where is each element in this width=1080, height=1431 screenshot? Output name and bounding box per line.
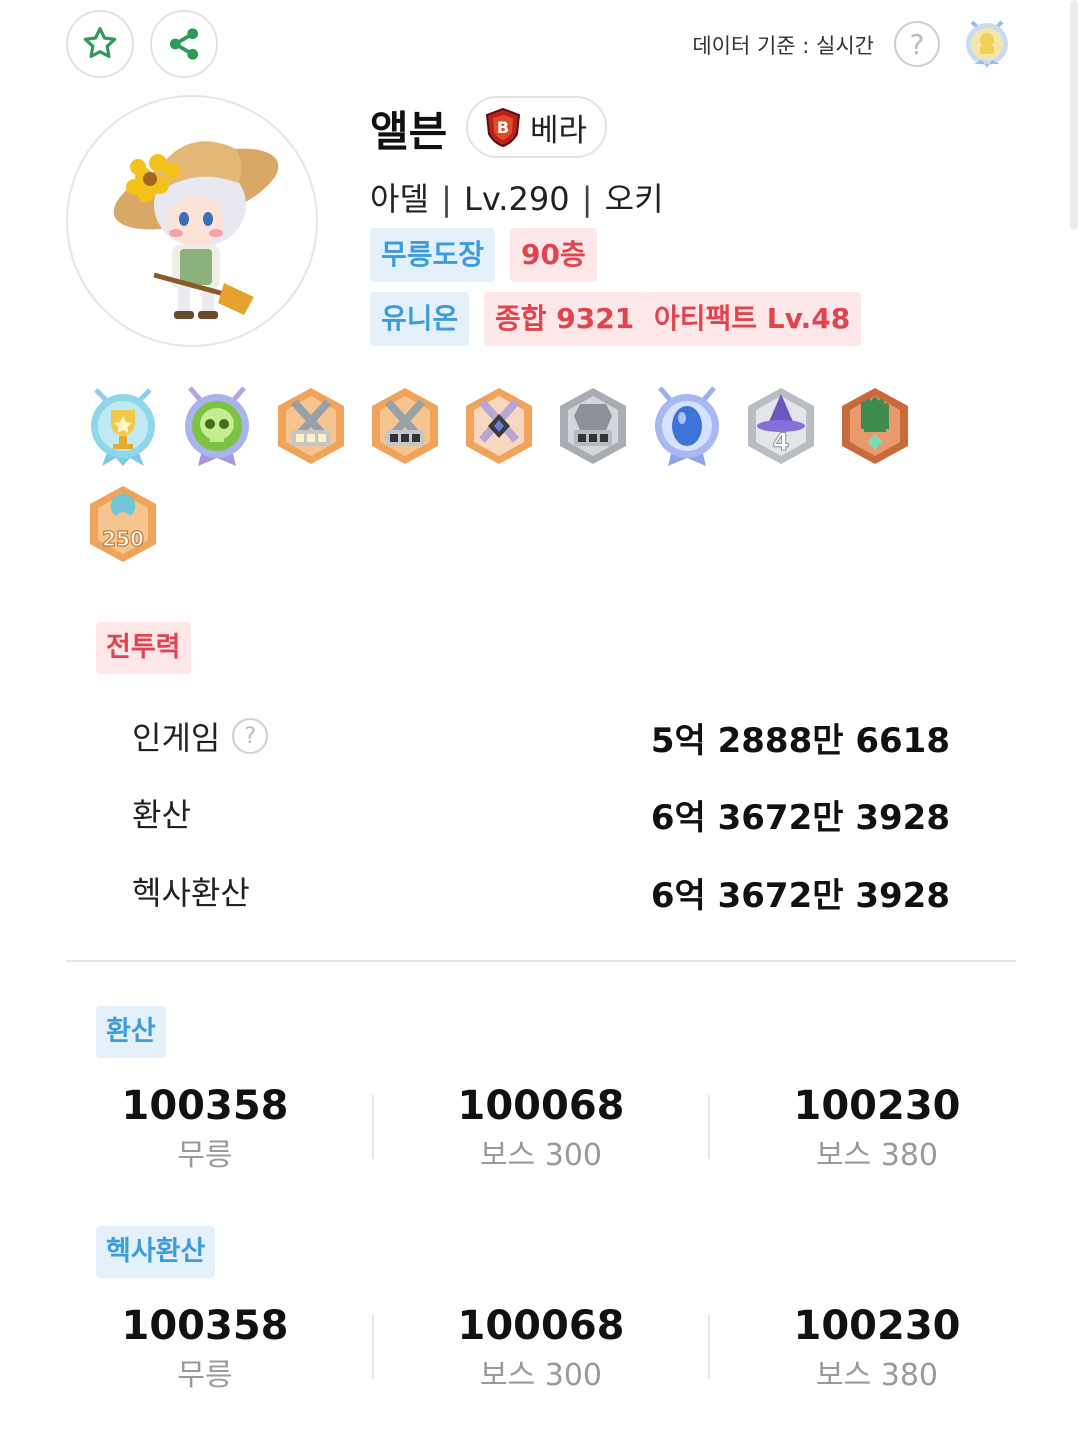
character-level: Lv.290 xyxy=(464,180,570,218)
armor-badge-icon[interactable] xyxy=(556,384,630,468)
help-button[interactable]: ? xyxy=(894,21,940,67)
power-row-value: 5억 2888만 6618 xyxy=(650,721,950,761)
stat-caption: 보스 300 xyxy=(480,1138,602,1173)
tag-union-total[interactable]: 종합 9321 xyxy=(484,292,646,346)
share-button[interactable] xyxy=(150,10,218,78)
trophy-badge-icon[interactable] xyxy=(86,384,160,468)
tag-mureung-floor[interactable]: 90층 xyxy=(510,228,597,282)
character-emblem-icon[interactable] xyxy=(962,18,1012,72)
tag-mureung[interactable]: 무릉도장 xyxy=(370,228,496,282)
stat-value: 100068 xyxy=(457,1083,625,1129)
tag-artifact-level[interactable]: 아티팩트 Lv.48 xyxy=(643,292,862,346)
power-row-label: 헥사환산 xyxy=(132,874,250,912)
tag-union[interactable]: 유니온 xyxy=(370,292,470,346)
stat-divider xyxy=(372,1095,374,1159)
combat-power-label: 전투력 xyxy=(96,622,191,674)
power-row-converted: 환산 6억 3672만 3928 xyxy=(132,790,950,838)
stat-value: 100230 xyxy=(793,1303,961,1349)
crossed-swords-badge-icon[interactable] xyxy=(274,384,348,468)
power-row-label: 환산 xyxy=(132,796,191,834)
crossed-swords-badge-icon[interactable] xyxy=(368,384,442,468)
converted-stat-boss380: 100230 보스 380 xyxy=(752,1082,1002,1176)
stat-caption: 보스 380 xyxy=(816,1138,938,1173)
power-row-value: 6억 3672만 3928 xyxy=(650,798,950,838)
converted-stat-boss300: 100068 보스 300 xyxy=(416,1082,666,1176)
level-badge-text: 250 xyxy=(102,527,144,551)
level-250-badge-icon[interactable]: 250 xyxy=(86,482,160,566)
skull-badge-icon[interactable] xyxy=(180,384,254,468)
world-name: 베라 xyxy=(530,112,588,149)
stat-caption: 무릉 xyxy=(177,1358,233,1393)
character-name: 앨븐 xyxy=(370,107,448,156)
power-row-value: 6억 3672만 3928 xyxy=(650,876,950,916)
stat-caption: 무릉 xyxy=(177,1138,233,1173)
stat-value: 100358 xyxy=(121,1083,289,1129)
scrollbar[interactable] xyxy=(1070,0,1078,230)
separator: | xyxy=(581,180,593,218)
hexa-converted-label: 헥사환산 xyxy=(96,1226,216,1278)
converted-label: 환산 xyxy=(96,1006,166,1058)
green-glove-badge-icon[interactable] xyxy=(838,384,912,468)
hexa-stat-mureung: 100358 무릉 xyxy=(80,1302,330,1396)
hexa-stat-boss300: 100068 보스 300 xyxy=(416,1302,666,1396)
hexa-stat-boss380: 100230 보스 380 xyxy=(752,1302,1002,1396)
stat-divider xyxy=(708,1315,710,1379)
character-avatar xyxy=(66,95,318,347)
stat-caption: 보스 380 xyxy=(816,1358,938,1393)
crossed-swords-gem-badge-icon[interactable] xyxy=(462,384,536,468)
character-info-line: 아델 | Lv.290 | 오키 xyxy=(370,174,664,220)
guild-name[interactable]: 오키 xyxy=(605,180,664,218)
character-sprite xyxy=(113,141,279,319)
stat-value: 100358 xyxy=(121,1303,289,1349)
separator: | xyxy=(441,180,452,218)
power-row-label: 인게임 xyxy=(132,719,221,757)
world-badge: B 베라 xyxy=(466,96,608,158)
divider xyxy=(66,960,1016,962)
blue-egg-badge-icon[interactable] xyxy=(650,384,724,468)
stat-divider xyxy=(708,1095,710,1159)
svg-text:B: B xyxy=(497,118,509,137)
stat-caption: 보스 300 xyxy=(480,1358,602,1393)
favorite-button[interactable] xyxy=(66,10,134,78)
stat-divider xyxy=(372,1315,374,1379)
stat-value: 100230 xyxy=(793,1083,961,1129)
share-icon xyxy=(169,28,199,60)
converted-stat-mureung: 100358 무릉 xyxy=(80,1082,330,1176)
stat-value: 100068 xyxy=(457,1303,625,1349)
job-name: 아델 xyxy=(370,180,429,218)
witch-hat-4-badge-icon[interactable]: 4 xyxy=(744,384,818,468)
ingame-help-button[interactable]: ? xyxy=(232,718,269,754)
power-row-ingame: 인게임 ? 5억 2888만 6618 xyxy=(132,713,950,761)
witch-badge-number: 4 xyxy=(773,428,790,456)
world-shield-icon: B xyxy=(485,107,521,148)
power-row-hexa-converted: 헥사환산 6억 3672만 3928 xyxy=(132,868,950,916)
star-outline-icon xyxy=(83,27,117,59)
data-basis-text: 데이터 기준 : 실시간 xyxy=(692,34,874,58)
